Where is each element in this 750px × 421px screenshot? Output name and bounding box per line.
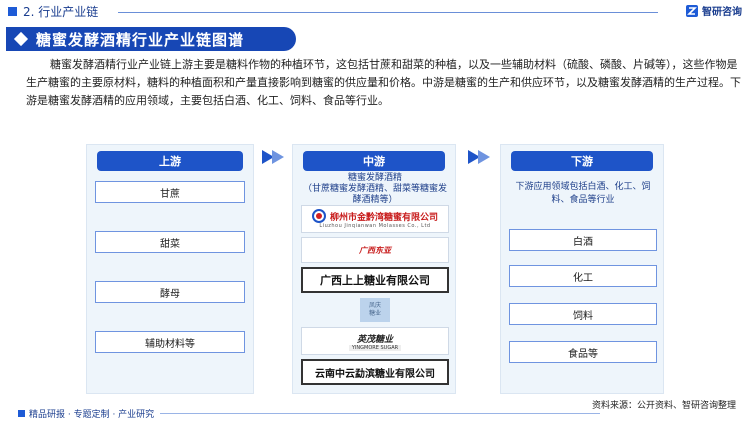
- company-name: 英茂糖业: [356, 334, 393, 345]
- section-square-icon: [8, 7, 17, 16]
- section-title-text: 2. 行业产业链: [23, 5, 99, 19]
- company-name: 广西东亚: [359, 245, 391, 255]
- downstream-item: 饲料: [509, 303, 657, 325]
- arrow-right-icon: [478, 150, 490, 164]
- company-name: 凤庆: [368, 302, 381, 309]
- arrow-right-icon: [272, 150, 284, 164]
- downstream-panel: 下游 下游应用领域包括白酒、化工、饲料、食品等行业 白酒 化工 饲料 食品等: [500, 144, 664, 394]
- company-name: 糖业: [368, 310, 381, 317]
- footer-divider: [160, 413, 600, 414]
- company-name: 柳州市金黔湾糖蜜有限公司: [329, 212, 438, 223]
- downstream-item: 化工: [509, 265, 657, 287]
- top-bar: 2. 行业产业链 智研咨询: [0, 0, 750, 22]
- company-logo-fengqing: 凤庆 糖业: [301, 297, 449, 323]
- midstream-panel: 中游 糖蜜发酵酒精 （甘蔗糖蜜发酵酒精、甜菜等糖蜜发酵酒精等） 柳州市金黔湾糖蜜…: [292, 144, 456, 394]
- footer-slogan-text: 精品研报 · 专题定制 · 产业研究: [29, 410, 155, 420]
- upstream-header: 上游: [97, 151, 243, 171]
- upstream-item: 甜菜: [95, 231, 245, 253]
- upstream-item: 酵母: [95, 281, 245, 303]
- company-logo-guangxi-dongya: 广西东亚: [301, 237, 449, 263]
- midstream-header: 中游: [303, 151, 445, 171]
- company-name: 广西上上糖业有限公司: [320, 274, 430, 287]
- company-name-en: YINGMORE SUGAR: [348, 344, 402, 351]
- downstream-item: 食品等: [509, 341, 657, 363]
- company-name-en: Liuzhou Jinqianwan Molasses Co., Ltd: [319, 223, 431, 229]
- fengqing-tile: 凤庆 糖业: [360, 298, 390, 322]
- upstream-item: 甘蔗: [95, 181, 245, 203]
- footer-slogan: 精品研报 · 专题定制 · 产业研究: [18, 407, 154, 420]
- title-banner: 糖蜜发酵酒精行业产业链图谱: [6, 27, 296, 51]
- source-note: 资料来源：公开资料、智研咨询整理: [591, 401, 736, 411]
- downstream-header: 下游: [511, 151, 653, 171]
- company-logo-yunnan-zhongyun: 云南中云勐滨糖业有限公司: [301, 359, 449, 385]
- brand-logo-icon: [686, 4, 698, 17]
- top-divider: [118, 12, 658, 13]
- page-title: 糖蜜发酵酒精行业产业链图谱: [36, 30, 245, 49]
- section-title: 2. 行业产业链: [8, 3, 98, 20]
- company-logo-jinqianwan: 柳州市金黔湾糖蜜有限公司 Liuzhou Jinqianwan Molasses…: [301, 205, 449, 233]
- brand-logo-text: 智研咨询: [702, 7, 742, 18]
- downstream-item: 白酒: [509, 229, 657, 251]
- footer-square-icon: [18, 410, 25, 417]
- company-logo-yingmore: 英茂糖业 YINGMORE SUGAR: [301, 327, 449, 355]
- company-name: 云南中云勐滨糖业有限公司: [315, 368, 435, 380]
- downstream-description: 下游应用领域包括白酒、化工、饲料、食品等行业: [515, 182, 651, 205]
- upstream-item: 辅助材料等: [95, 331, 245, 353]
- midstream-description-text: 糖蜜发酵酒精 （甘蔗糖蜜发酵酒精、甜菜等糖蜜发酵酒精等）: [302, 173, 447, 205]
- intro-paragraph: 糖蜜发酵酒精行业产业链上游主要是糖料作物的种植环节，这包括甘蔗和甜菜的种植，以及…: [26, 58, 741, 107]
- midstream-description: 糖蜜发酵酒精 （甘蔗糖蜜发酵酒精、甜菜等糖蜜发酵酒精等）: [301, 173, 449, 206]
- brand-logo: 智研咨询: [685, 3, 742, 18]
- jinqianwan-emblem-icon: [311, 209, 326, 223]
- company-logo-guangxi-shangshang: 广西上上糖业有限公司: [301, 267, 449, 293]
- diamond-icon: [13, 31, 29, 47]
- upstream-panel: 上游 甘蔗 甜菜 酵母 辅助材料等: [86, 144, 254, 394]
